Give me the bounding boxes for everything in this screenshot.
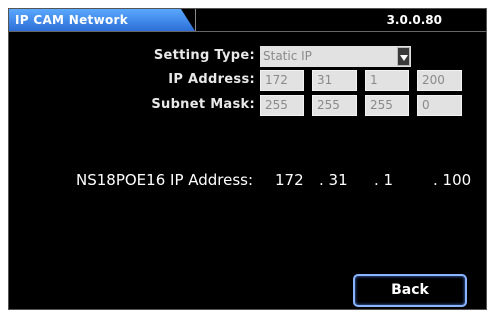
ip-octet-1-input[interactable]: 172: [260, 70, 304, 91]
setting-type-label: Setting Type:: [153, 48, 255, 63]
device-ip-octet-2: . 31: [319, 171, 348, 189]
back-button[interactable]: Back: [353, 274, 467, 307]
device-ip-octet-1: 172: [275, 171, 304, 189]
mask-octet-2-input[interactable]: 255: [312, 95, 357, 116]
version-label: 3.0.0.80: [386, 13, 442, 27]
ip-octet-2-input[interactable]: 31: [312, 70, 357, 91]
tab-divider: [195, 9, 196, 31]
ip-octet-4-input[interactable]: 200: [417, 70, 462, 91]
chevron-down-icon[interactable]: [397, 47, 410, 66]
device-ip-octet-3: . 1: [374, 171, 394, 189]
device-ip-label: NS18POE16 IP Address:: [76, 171, 254, 189]
mask-octet-3-input[interactable]: 255: [365, 95, 409, 116]
setting-type-value: Static IP: [263, 49, 312, 63]
subnet-mask-label: Subnet Mask:: [151, 97, 255, 112]
setting-type-select[interactable]: Static IP: [260, 46, 411, 67]
mask-octet-1-input[interactable]: 255: [260, 95, 304, 116]
mask-octet-4-input[interactable]: 0: [417, 95, 462, 116]
window-title-tab: IP CAM Network: [9, 9, 195, 31]
device-ip-octet-4: . 100: [433, 171, 472, 189]
title-divider: [9, 31, 486, 32]
title-bar: IP CAM Network 3.0.0.80: [9, 9, 486, 31]
ip-address-label: IP Address:: [168, 72, 255, 87]
ip-cam-network-window: IP CAM Network 3.0.0.80 Setting Type: St…: [8, 8, 487, 310]
ip-octet-3-input[interactable]: 1: [365, 70, 409, 91]
